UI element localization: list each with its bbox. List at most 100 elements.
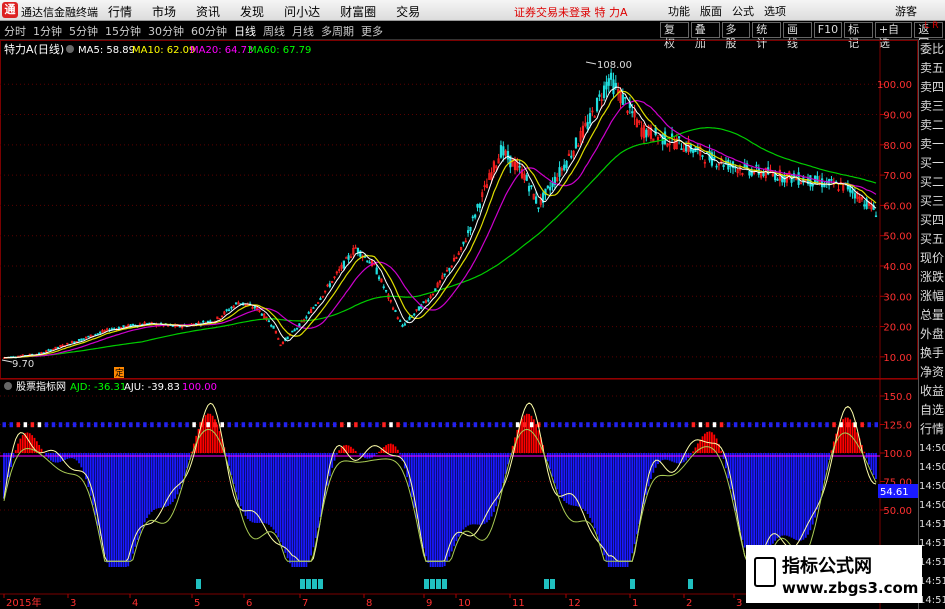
indicator-y-tick-label: 100.0 (883, 449, 912, 460)
login-notice[interactable]: 证券交易未登录 特 力A (514, 4, 628, 20)
blue-bar (802, 453, 805, 540)
red-bar (350, 446, 352, 453)
blue-bar (260, 453, 263, 523)
candle-body (586, 121, 589, 130)
overlay-button[interactable]: 叠加 (690, 22, 720, 50)
menu-item-discover[interactable]: 发现 (240, 3, 264, 20)
candle-body (851, 190, 854, 194)
right-menu: 功能 版面 公式 选项 (668, 3, 796, 19)
band-cell (804, 422, 808, 428)
period-tab-1min[interactable]: 1分钟 (33, 23, 62, 39)
blue-bar (75, 453, 78, 461)
blue-bar (640, 453, 643, 514)
period-tab-more[interactable]: 更多 (361, 23, 383, 39)
period-tab-15min[interactable]: 15分钟 (105, 23, 141, 39)
guest-user[interactable]: 游客 (895, 3, 917, 19)
corner-badge: L R (924, 21, 939, 31)
indicator-settings-icon[interactable] (4, 382, 12, 390)
period-tab-intraday[interactable]: 分时 (4, 23, 26, 39)
side-panel-item: 净资 (919, 365, 944, 379)
red-bar (396, 449, 399, 453)
band-cell (136, 422, 140, 428)
blue-bar (481, 453, 484, 525)
main-grid (0, 83, 880, 358)
candle-body (267, 320, 270, 323)
blue-bar (375, 453, 378, 455)
multi-stock-button[interactable]: 多股 (721, 22, 751, 50)
blue-bar (464, 453, 467, 528)
blue-bar (427, 453, 430, 563)
candle-body (743, 163, 746, 168)
side-panel-item: 收益 (919, 384, 944, 398)
blue-bar (471, 453, 474, 525)
blue-bar (549, 453, 552, 470)
blue-bar (169, 453, 172, 505)
kline-chart[interactable]: 100.00 90.00 80.00 70.00 60.00 50.00 40.00 30.0… (0, 40, 918, 609)
band-cell (417, 422, 421, 428)
period-tab-60min[interactable]: 60分钟 (191, 23, 227, 39)
mark-button[interactable]: 标记 (844, 22, 873, 50)
blue-bar (577, 453, 580, 507)
period-tab-monthly[interactable]: 月线 (292, 23, 314, 39)
x-tick-label: 1 (632, 598, 638, 609)
y-tick-label: 20.00 (883, 323, 912, 334)
band-cell (431, 422, 435, 428)
menu-item-news[interactable]: 资讯 (196, 3, 220, 20)
adjust-button[interactable]: 复权 (660, 22, 689, 50)
blue-bar (868, 453, 870, 465)
red-bar (26, 432, 29, 453)
menu-item-wealth[interactable]: 财富圈 (340, 3, 376, 20)
candle-body (448, 267, 451, 271)
menu-item-quotes[interactable]: 行情 (108, 3, 132, 20)
menu-item-options[interactable]: 选项 (764, 3, 786, 19)
period-tab-30min[interactable]: 30分钟 (148, 23, 184, 39)
side-panel-time: 14:50 (919, 462, 945, 473)
menu-item-trade[interactable]: 交易 (396, 3, 420, 20)
y-tick-label: 80.00 (883, 141, 912, 152)
f10-button[interactable]: F10 (813, 22, 843, 38)
menu-item-function[interactable]: 功能 (668, 3, 690, 19)
side-panel-item[interactable]: 行情 (919, 420, 945, 439)
blue-bar (443, 453, 446, 567)
period-tab-weekly[interactable]: 周线 (263, 23, 285, 39)
candle-body (422, 301, 425, 303)
statistics-button[interactable]: 统计 (752, 22, 781, 50)
menu-item-market[interactable]: 市场 (152, 3, 176, 20)
band-cell (543, 422, 548, 428)
chart-settings-icon[interactable] (66, 45, 74, 53)
blue-bar (263, 453, 266, 523)
blue-bar (790, 453, 793, 538)
period-tab-multi[interactable]: 多周期 (321, 23, 354, 39)
blue-bar (560, 453, 563, 499)
period-tab-5min[interactable]: 5分钟 (69, 23, 98, 39)
menu-item-ask[interactable]: 问小达 (284, 3, 320, 20)
period-tab-daily[interactable]: 日线 (234, 23, 256, 39)
blue-bar (296, 453, 298, 567)
blue-bar (441, 453, 444, 567)
candle-body (227, 309, 231, 312)
blue-bar (406, 453, 409, 478)
add-watchlist-button[interactable]: +自选 (874, 22, 913, 50)
candle-body (99, 331, 102, 334)
candle-body (77, 338, 81, 342)
blue-bar (143, 453, 146, 523)
blue-bar (628, 453, 631, 562)
candle-body (80, 338, 83, 341)
side-panel-item[interactable]: 自选 (919, 401, 945, 420)
blue-bar (244, 453, 247, 516)
blue-bar (786, 453, 788, 536)
blue-bar (685, 453, 688, 461)
blue-bar (258, 453, 261, 523)
band-cell (783, 422, 787, 428)
red-bar (844, 417, 847, 453)
blue-bar (476, 453, 479, 525)
menu-item-layout[interactable]: 版面 (700, 3, 722, 19)
candle-body (863, 204, 866, 207)
menu-item-formula[interactable]: 公式 (732, 3, 754, 19)
candle-body (685, 144, 688, 152)
candle-body (645, 129, 648, 138)
blue-bar (270, 453, 273, 527)
blue-bar (781, 453, 784, 536)
event-label: 定 (115, 367, 124, 379)
draw-line-button[interactable]: 画线 (783, 22, 812, 50)
